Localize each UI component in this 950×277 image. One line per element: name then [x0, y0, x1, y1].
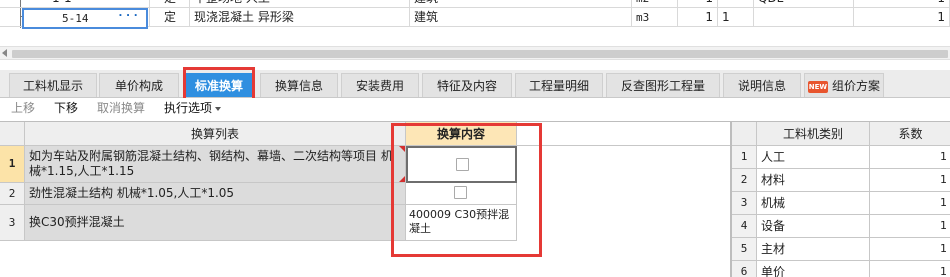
quota-category: 建筑	[410, 0, 632, 8]
coefficient-value[interactable]: 1	[870, 215, 950, 238]
conversion-item-label: 换C30预拌混凝土	[29, 215, 125, 229]
table-row[interactable]: 1 如为车站及附属钢筋混凝土结构、钢结构、幕墙、二次结构等项目 机械*1.15,…	[0, 146, 517, 183]
row-number: 6	[732, 261, 757, 277]
column-header-category: 工料机类别	[757, 122, 870, 146]
quota-quantity-2: 1	[718, 8, 754, 27]
tab-features[interactable]: 特征及内容	[422, 73, 512, 97]
column-header-conversion-content: 换算内容	[406, 122, 517, 146]
quota-quantity: 1	[678, 8, 718, 27]
conversion-grid: 换算列表 换算内容 1 如为车站及附属钢筋混凝土结构、钢结构、幕墙、二次结构等项…	[0, 121, 730, 277]
table-row[interactable]: 3 机械 1	[732, 192, 950, 215]
table-row[interactable]: 6 单价 1	[732, 261, 950, 277]
conversion-item-label: 劲性混凝土结构 机械*1.05,人工*1.05	[29, 186, 235, 200]
tab-quantity-detail[interactable]: 工程量明细	[515, 73, 603, 97]
table-row[interactable]: 5 主材 1	[732, 238, 950, 261]
tab-material-display[interactable]: 工料机显示	[9, 73, 97, 97]
table-row[interactable]: 1-1 定 平整场地 人工 建筑 m2 1 QDL 1	[0, 0, 950, 8]
table-row[interactable]: 3 换C30预拌混凝土 400009 C30预拌混凝土	[0, 205, 517, 241]
move-up-button[interactable]: 上移	[11, 99, 35, 117]
coefficient-value[interactable]: 1	[870, 238, 950, 261]
quota-col-empty	[754, 8, 854, 27]
quota-unit: m2	[632, 0, 678, 8]
row-number: 1	[0, 146, 25, 183]
column-header-index	[0, 122, 25, 146]
execute-options-label: 执行选项	[164, 101, 213, 115]
conversion-content-cell[interactable]: 400009 C30预拌混凝土	[406, 205, 517, 241]
row-number: 1	[732, 146, 757, 169]
quota-code-value: 5-14	[62, 12, 89, 25]
tab-reverse-graphic[interactable]: 反查图形工程量	[606, 73, 720, 97]
table-row[interactable]: 2 材料 1	[732, 169, 950, 192]
row-number: 3	[0, 205, 25, 241]
row-number: 4	[732, 215, 757, 238]
column-header-blank	[517, 122, 730, 146]
column-header-index	[732, 122, 757, 146]
row-number: 5	[732, 238, 757, 261]
quota-type: 定	[150, 0, 190, 8]
tab-install-fee[interactable]: 安装费用	[341, 73, 419, 97]
conversion-item-text: 如为车站及附属钢筋混凝土结构、钢结构、幕墙、二次结构等项目 机械*1.15,人工…	[25, 146, 406, 183]
comment-marker-icon	[399, 176, 405, 182]
row-number: 2	[0, 183, 25, 205]
quota-col-empty	[718, 0, 754, 8]
horizontal-scrollbar[interactable]	[0, 46, 950, 60]
category-label: 机械	[757, 192, 870, 215]
category-label: 材料	[757, 169, 870, 192]
chevron-down-icon	[215, 106, 222, 111]
coefficient-value[interactable]: 1	[870, 169, 950, 192]
conversion-item-text: 劲性混凝土结构 机械*1.05,人工*1.05	[25, 183, 406, 205]
category-label: 人工	[757, 146, 870, 169]
category-label: 设备	[757, 215, 870, 238]
tab-description[interactable]: 说明信息	[723, 73, 801, 97]
tab-pricing-scheme[interactable]: NEW 组价方案	[804, 73, 884, 97]
quota-code-editor[interactable]: 5-14 ···	[22, 8, 148, 29]
coefficient-value[interactable]: 1	[870, 192, 950, 215]
quota-quantity: 1	[678, 0, 718, 8]
column-header-coefficient: 系数	[870, 122, 950, 146]
detail-tab-bar: 工料机显示 单价构成 标准换算 换算信息 安装费用 特征及内容 工程量明细 反查…	[0, 70, 950, 98]
quota-grid: 1-1 定 平整场地 人工 建筑 m2 1 QDL 1 定 现浇混凝土 异形梁 …	[0, 0, 950, 38]
quota-category: 建筑	[410, 8, 632, 27]
coefficient-grid: 工料机类别 系数 1 人工 1 2 材料 1 3 机械 1 4 设备 1 5 主…	[730, 121, 950, 277]
tab-conversion-info[interactable]: 换算信息	[260, 73, 338, 97]
conversion-checkbox[interactable]	[456, 158, 469, 171]
quota-value: 1	[854, 0, 950, 8]
move-down-button[interactable]: 下移	[54, 99, 78, 117]
quota-name: 平整场地 人工	[190, 0, 410, 8]
row-number: 3	[732, 192, 757, 215]
coefficient-value[interactable]: 1	[870, 146, 950, 169]
conversion-checkbox[interactable]	[454, 186, 467, 199]
scrollbar-thumb[interactable]	[12, 50, 948, 58]
table-row[interactable]: 4 设备 1	[732, 215, 950, 238]
tab-standard-conversion[interactable]: 标准换算	[186, 73, 252, 97]
comment-marker-icon	[399, 146, 405, 152]
column-header-conversion-list: 换算列表	[25, 122, 406, 146]
category-label: 单价	[757, 261, 870, 277]
quota-value: 1	[854, 8, 950, 27]
conversion-item-label: 如为车站及附属钢筋混凝土结构、钢结构、幕墙、二次结构等项目 机械*1.15,人工…	[29, 149, 393, 178]
conversion-content-cell[interactable]	[406, 183, 517, 205]
conversion-content-cell[interactable]	[406, 146, 517, 183]
tab-pricing-scheme-label: 组价方案	[831, 79, 880, 93]
cancel-conversion-button[interactable]: 取消换算	[97, 99, 145, 117]
scroll-left-arrow-icon[interactable]	[2, 49, 7, 57]
coefficient-value[interactable]: 1	[870, 261, 950, 277]
category-label: 主材	[757, 238, 870, 261]
quota-name: 现浇混凝土 异形梁	[190, 8, 410, 27]
quota-expression: QDL	[754, 0, 854, 8]
execute-options-dropdown[interactable]: 执行选项	[164, 99, 222, 117]
table-row[interactable]: 1 人工 1	[732, 146, 950, 169]
row-number: 2	[732, 169, 757, 192]
quota-unit: m3	[632, 8, 678, 27]
replacement-material: 400009 C30预拌混凝土	[409, 208, 510, 235]
table-row[interactable]: 2 劲性混凝土结构 机械*1.05,人工*1.05	[0, 183, 517, 205]
new-badge: NEW	[807, 80, 828, 93]
tab-unit-price[interactable]: 单价构成	[99, 73, 179, 97]
quota-type: 定	[150, 8, 190, 27]
more-options-button[interactable]: ···	[117, 7, 140, 24]
conversion-item-text: 换C30预拌混凝土	[25, 205, 406, 241]
conversion-toolbar: 上移 下移 取消换算 执行选项	[0, 98, 950, 118]
